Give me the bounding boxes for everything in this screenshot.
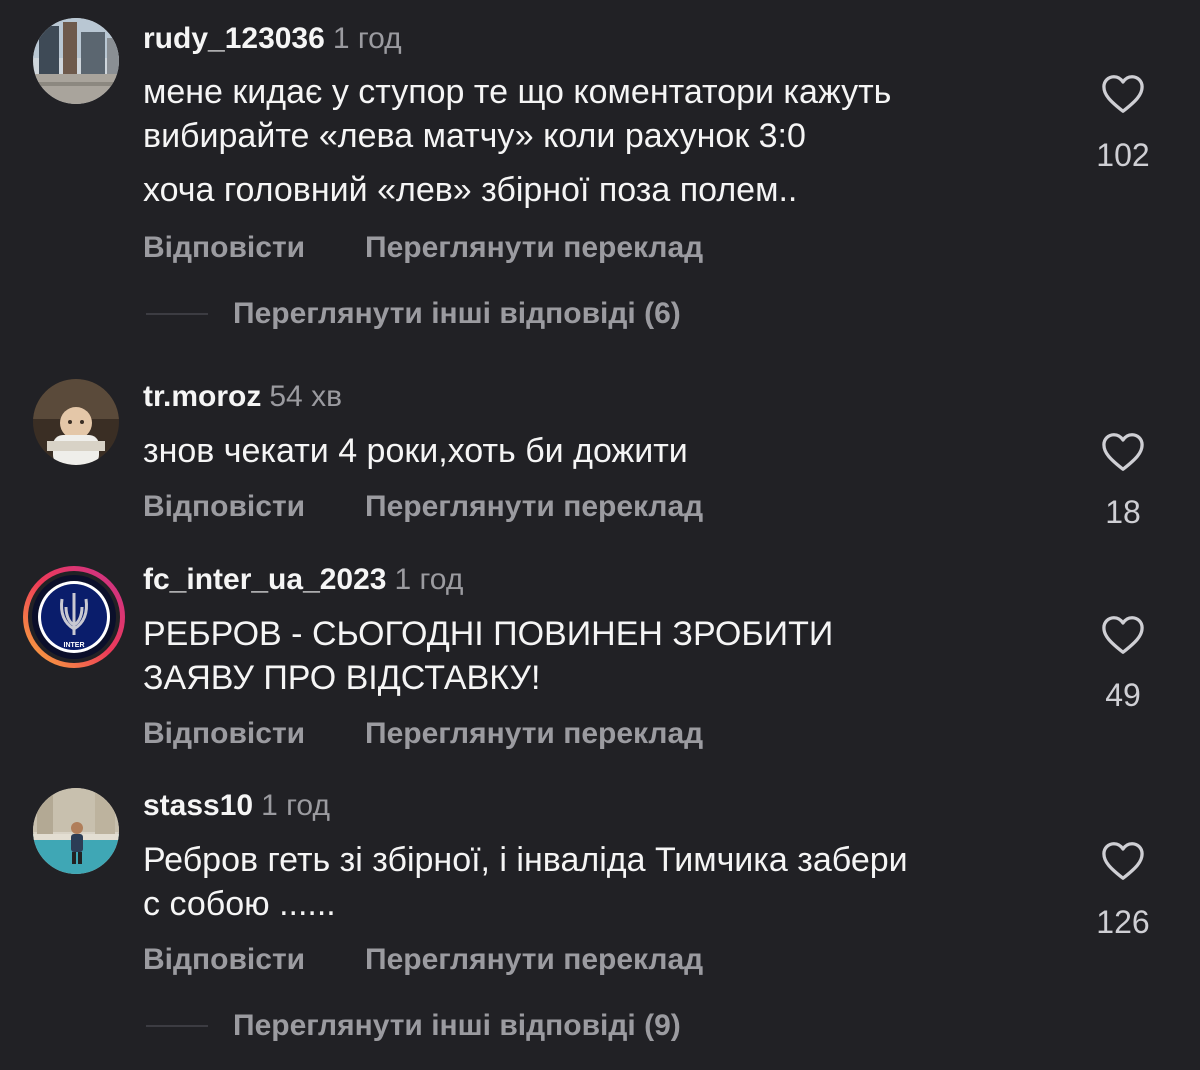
reply-button[interactable]: Відповісти xyxy=(143,489,305,525)
replies-divider-line xyxy=(146,1025,208,1027)
comment-text: знов чекати 4 роки,хоть би дожити xyxy=(143,432,688,470)
avatar[interactable] xyxy=(33,18,119,104)
comment-username[interactable]: rudy_123036 1 год xyxy=(143,21,402,57)
avatar-photo xyxy=(33,18,119,104)
username-text[interactable]: stass10 xyxy=(143,789,253,822)
heart-outline-icon xyxy=(1102,75,1144,113)
like-count: 126 xyxy=(1096,904,1150,940)
like-button[interactable] xyxy=(1088,432,1158,472)
view-more-replies-button[interactable]: Переглянути інші відповіді (9) xyxy=(233,1008,681,1044)
reply-button[interactable]: Відповісти xyxy=(143,716,305,752)
like-count: 49 xyxy=(1105,677,1141,713)
reply-button[interactable]: Відповісти xyxy=(143,942,305,978)
comment-timestamp: 54 хв xyxy=(269,380,343,413)
comment-text: РЕБРОВ - СЬОГОДНІ ПОВИНЕН ЗРОБИТИ ЗАЯВУ … xyxy=(143,615,834,697)
reply-button[interactable]: Відповісти xyxy=(143,230,305,266)
comment-text: Ребров геть зі збірної, і інваліда Тимчи… xyxy=(143,841,908,923)
replies-divider-line xyxy=(146,313,208,315)
like-button[interactable] xyxy=(1088,841,1158,881)
comment-timestamp: 1 год xyxy=(332,22,402,55)
comment-username[interactable]: fc_inter_ua_2023 1 год xyxy=(143,562,463,598)
avatar-photo xyxy=(33,788,119,874)
comment-text-continued: хоча головний «лев» збірної поза полем.. xyxy=(143,171,798,209)
avatar[interactable] xyxy=(33,788,119,874)
username-text[interactable]: fc_inter_ua_2023 xyxy=(143,563,387,596)
see-translation-button[interactable]: Переглянути переклад xyxy=(365,489,703,525)
username-text[interactable]: rudy_123036 xyxy=(143,22,325,55)
like-button[interactable] xyxy=(1088,74,1158,114)
heart-outline-icon xyxy=(1102,842,1144,880)
avatar-photo: INTER xyxy=(23,566,125,668)
see-translation-button[interactable]: Переглянути переклад xyxy=(365,230,703,266)
like-count: 18 xyxy=(1105,494,1141,530)
comment-username[interactable]: tr.moroz 54 хв xyxy=(143,379,342,415)
comment-text: мене кидає у ступор те що коментатори ка… xyxy=(143,73,892,155)
comment-username[interactable]: stass10 1 год xyxy=(143,788,330,824)
like-button[interactable] xyxy=(1088,615,1158,655)
like-count: 102 xyxy=(1096,137,1150,173)
avatar[interactable] xyxy=(33,379,119,465)
see-translation-button[interactable]: Переглянути переклад xyxy=(365,942,703,978)
see-translation-button[interactable]: Переглянути переклад xyxy=(365,716,703,752)
avatar-photo xyxy=(33,379,119,465)
heart-outline-icon xyxy=(1102,616,1144,654)
avatar-with-story-ring[interactable]: INTER xyxy=(20,563,128,671)
avatar-logo-text: INTER xyxy=(64,642,85,649)
comment-timestamp: 1 год xyxy=(261,789,330,822)
comment-timestamp: 1 год xyxy=(394,563,464,596)
username-text[interactable]: tr.moroz xyxy=(143,380,261,413)
heart-outline-icon xyxy=(1102,433,1144,471)
view-more-replies-button[interactable]: Переглянути інші відповіді (6) xyxy=(233,296,681,332)
